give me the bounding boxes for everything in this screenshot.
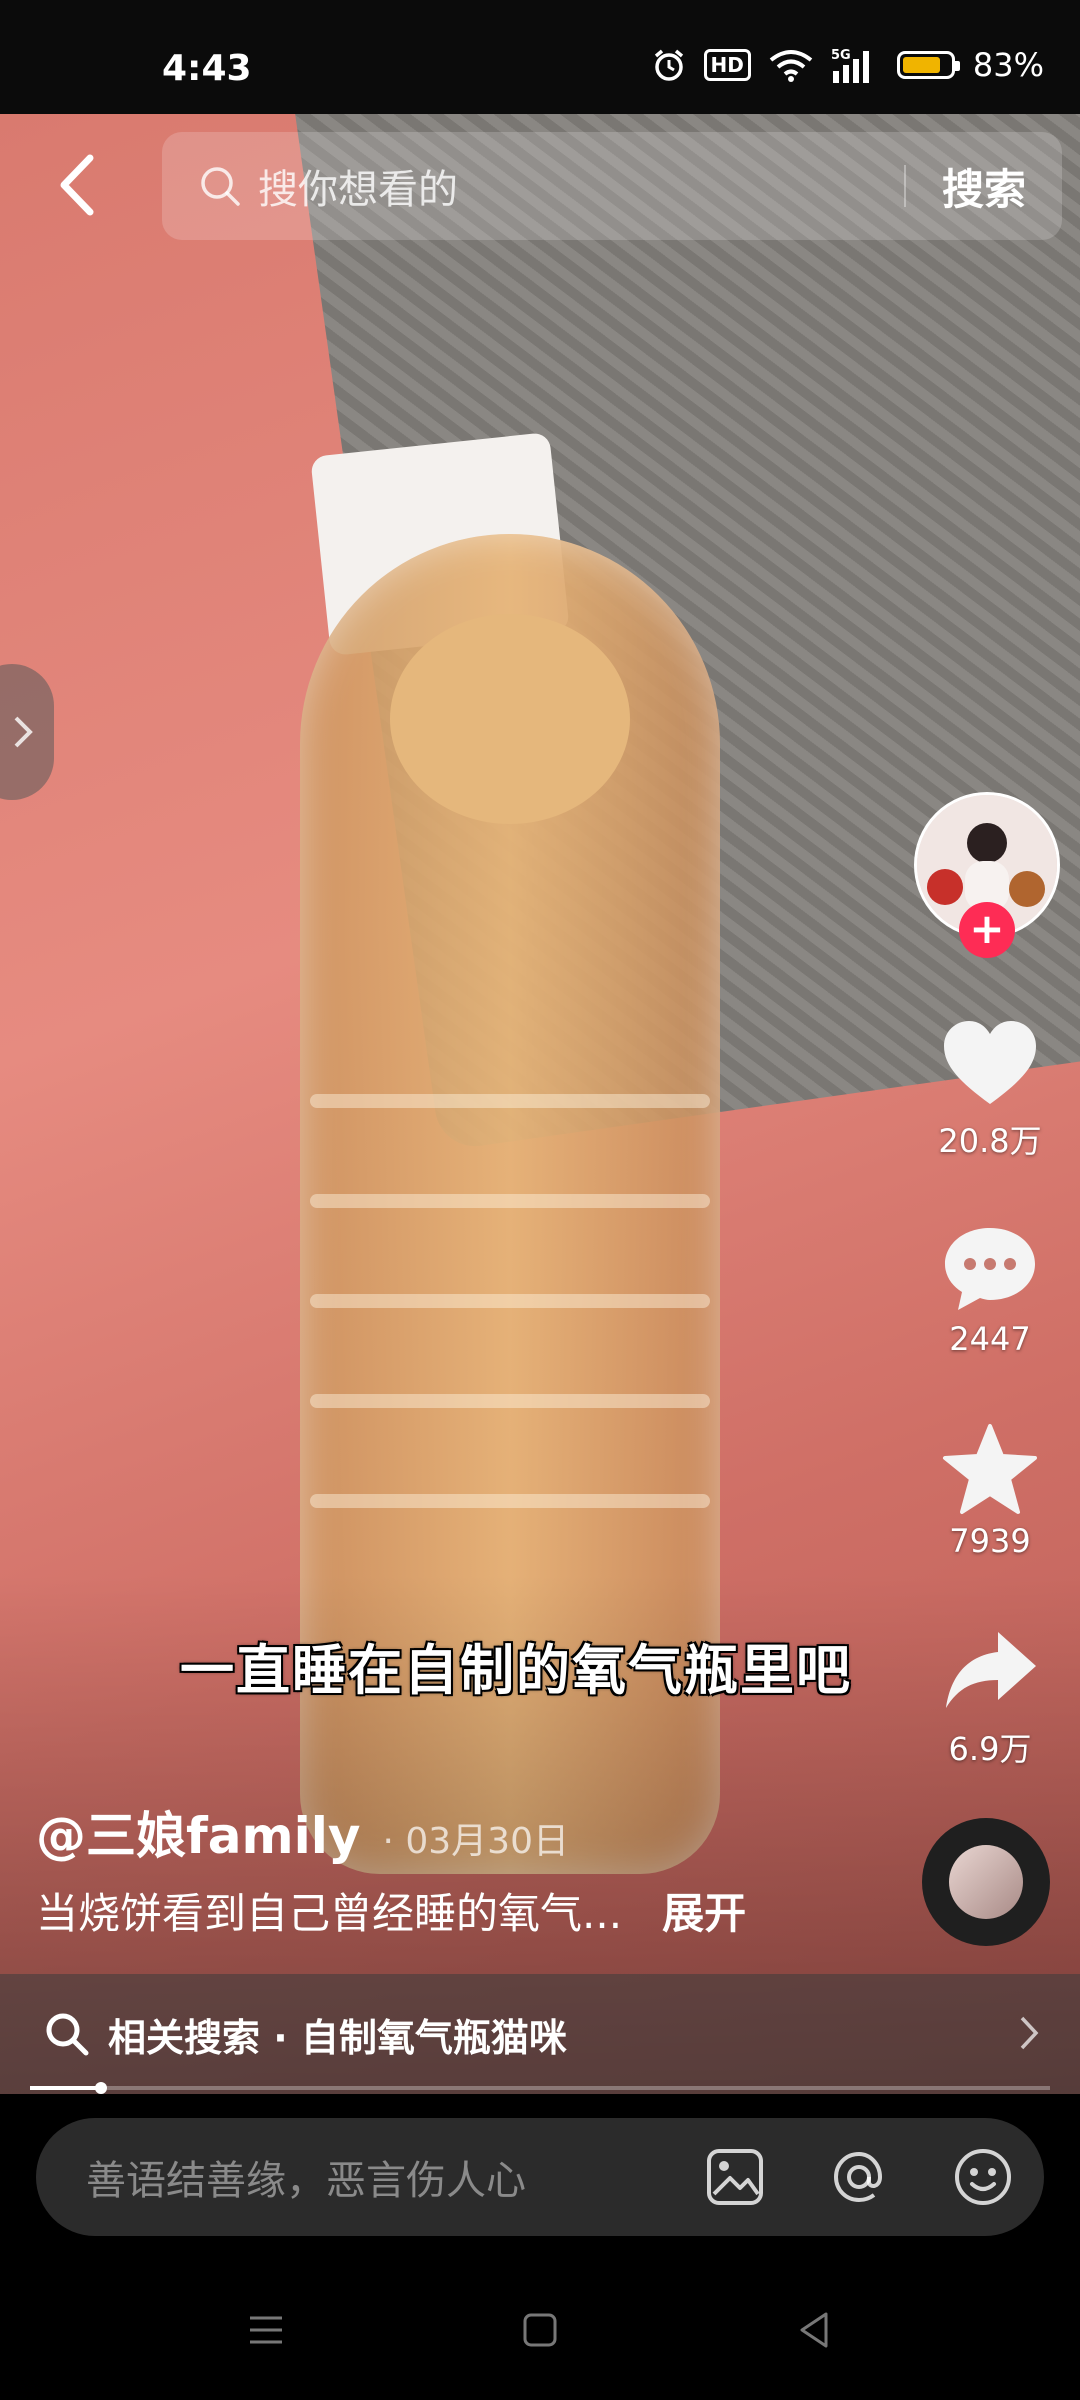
like-count: 20.8万: [938, 1122, 1042, 1160]
comment-input-bar[interactable]: 善语结善缘，恶言伤人心: [36, 2118, 1044, 2236]
video-caption: 当烧饼看到自己曾经睡的氧气...: [36, 1889, 623, 1938]
bottle-ring: [310, 1094, 710, 1108]
chevron-right-icon: [14, 716, 33, 748]
music-disc[interactable]: [922, 1818, 1050, 1946]
author-row: @三娘family · 03月30日: [36, 1796, 569, 1868]
search-icon: [46, 2013, 89, 2056]
bottle-ring: [310, 1494, 710, 1508]
video-progress-bar[interactable]: [30, 2082, 1050, 2094]
search-input[interactable]: 搜你想看的: [258, 157, 904, 215]
follow-button[interactable]: +: [959, 902, 1015, 958]
alarm-icon: [654, 49, 683, 81]
related-search-label: 相关搜索 · 自制氧气瓶猫咪: [108, 2015, 567, 2060]
music-cover: [949, 1845, 1023, 1919]
caption-row: 当烧饼看到自己曾经睡的氧气... 展开: [36, 1880, 746, 1941]
at-icon[interactable]: [828, 2146, 890, 2208]
image-icon[interactable]: [704, 2146, 766, 2208]
heart-icon: [944, 1021, 1036, 1104]
hd-icon: HD: [703, 49, 751, 81]
status-bar: 4:43 HD 5G 83%: [0, 0, 1080, 114]
progress-fill: [30, 2086, 102, 2090]
menu-icon[interactable]: [244, 2308, 288, 2352]
comment-icon: [945, 1228, 1035, 1310]
author-avatar[interactable]: +: [914, 792, 1060, 958]
comment-button[interactable]: 2447: [920, 1220, 1060, 1358]
home-icon[interactable]: [518, 2308, 562, 2352]
emoji-icon[interactable]: [952, 2146, 1014, 2208]
like-button[interactable]: 20.8万: [920, 1016, 1060, 1162]
bottle-ring: [310, 1294, 710, 1308]
post-date: · 03月30日: [382, 1821, 569, 1862]
expand-button[interactable]: 展开: [662, 1880, 746, 1941]
back-icon[interactable]: [792, 2308, 836, 2352]
favorite-button[interactable]: 7939: [920, 1422, 1060, 1560]
search-icon: [201, 167, 240, 206]
favorite-count: 7939: [949, 1522, 1031, 1560]
battery-percent: 83%: [972, 46, 1044, 84]
video-scene-cat: [390, 614, 630, 824]
author-name[interactable]: @三娘family: [36, 1796, 360, 1868]
bottle-ring: [310, 1194, 710, 1208]
bottle-ring: [310, 1394, 710, 1408]
share-button[interactable]: 6.9万: [920, 1624, 1060, 1770]
share-count: 6.9万: [948, 1730, 1032, 1768]
share-arrow-icon: [946, 1632, 1036, 1708]
related-search-bar[interactable]: 相关搜索 · 自制氧气瓶猫咪: [0, 1974, 1080, 2094]
battery-icon: [896, 51, 960, 79]
side-drawer-handle[interactable]: [0, 664, 54, 800]
video-subtitle: 一直睡在自制的氧气瓶里吧: [180, 1639, 852, 1702]
search-button[interactable]: 搜索: [906, 156, 1062, 217]
search-bar[interactable]: 搜你想看的 搜索: [162, 132, 1062, 240]
status-icons: HD 5G 83%: [652, 46, 1044, 84]
svg-text:5G: 5G: [831, 48, 851, 63]
comment-input[interactable]: 善语结善缘，恶言伤人心: [86, 2148, 704, 2206]
system-nav-bar: [0, 2260, 1080, 2400]
chevron-right-icon: [1020, 2016, 1039, 2050]
comment-count: 2447: [949, 1320, 1031, 1358]
back-arrow-icon[interactable]: [50, 150, 110, 220]
status-time: 4:43: [162, 48, 252, 89]
star-icon: [943, 1424, 1037, 1514]
wifi-icon: [769, 50, 813, 82]
5g-signal-icon: 5G: [831, 48, 869, 83]
